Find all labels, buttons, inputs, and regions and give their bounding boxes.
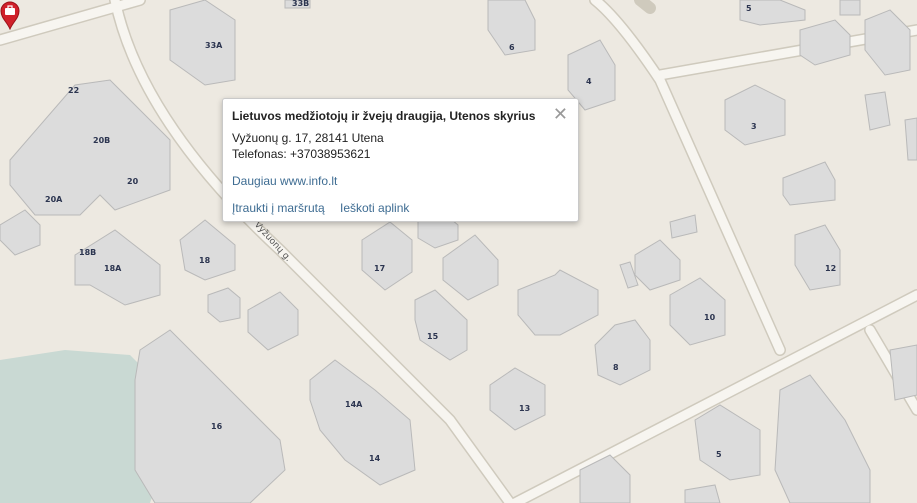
building-number-3: 3 <box>751 122 757 131</box>
building-number-17: 17 <box>374 264 385 273</box>
building-number-15: 15 <box>427 332 439 341</box>
more-info-link[interactable]: Daugiau www.info.lt <box>232 174 337 188</box>
info-popup: Lietuvos medžiotojų ir žvejų draugija, U… <box>222 98 579 222</box>
building-number-16: 16 <box>211 422 223 431</box>
building-number-6: 6 <box>509 43 515 52</box>
building-number-18: 18 <box>199 256 211 265</box>
building-number-14a: 14A <box>345 400 363 409</box>
building-number-5: 5 <box>746 4 752 13</box>
popup-title: Lietuvos medžiotojų ir žvejų draugija, U… <box>232 109 536 123</box>
popup-phone: Telefonas: +37038953621 <box>232 147 371 161</box>
building-number-12: 12 <box>825 264 836 273</box>
map-canvas[interactable]: 33B 33A 22 20B 20 20A 18B 18A 18 16 14A … <box>0 0 917 503</box>
building-number-20b: 20B <box>93 136 110 145</box>
popup-address: Vyžuonų g. 17, 28141 Utena <box>232 131 384 145</box>
close-icon[interactable]: ✕ <box>553 105 568 123</box>
building-number-20: 20 <box>127 177 139 186</box>
building-number-4: 4 <box>586 77 592 86</box>
map-svg: 33B 33A 22 20B 20 20A 18B 18A 18 16 14A … <box>0 0 917 503</box>
briefcase-marker-icon[interactable] <box>0 0 20 30</box>
building-number-33b: 33B <box>292 0 309 8</box>
building-number-33a: 33A <box>205 41 223 50</box>
add-to-route-link[interactable]: Įtraukti į maršrutą <box>232 201 325 215</box>
building-number-10: 10 <box>704 313 716 322</box>
building-number-22: 22 <box>68 86 79 95</box>
building-number-5-south: 5 <box>716 450 722 459</box>
street-label: Vyžuonų g. <box>252 220 293 264</box>
building-number-18a: 18A <box>104 264 122 273</box>
building-number-20a: 20A <box>45 195 63 204</box>
building-number-8: 8 <box>613 363 619 372</box>
building-number-18b: 18B <box>79 248 96 257</box>
building-number-14: 14 <box>369 454 381 463</box>
search-nearby-link[interactable]: Ieškoti aplink <box>340 201 409 215</box>
building-number-13: 13 <box>519 404 530 413</box>
